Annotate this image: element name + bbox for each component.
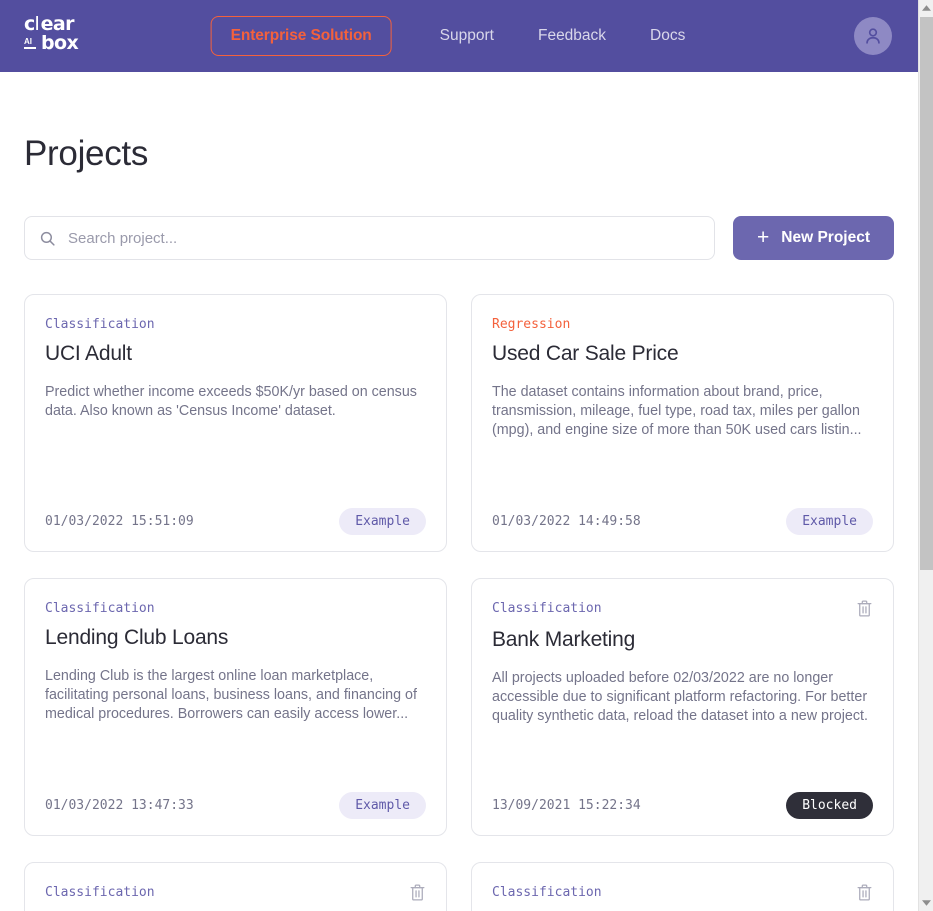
nav-enterprise-solution-button[interactable]: Enterprise Solution	[210, 16, 392, 56]
scroll-up-arrow-icon[interactable]	[919, 0, 933, 16]
search-input[interactable]	[68, 229, 700, 247]
logo-line-2: box	[41, 32, 79, 54]
project-title: Lending Club Loans	[45, 626, 229, 649]
card-header: Classification	[45, 317, 426, 332]
delete-project-button[interactable]	[856, 599, 873, 618]
project-card[interactable]: Classification UCI Adult Predict whether…	[24, 294, 447, 552]
project-card[interactable]: Classification Bank Marketing	[471, 862, 894, 911]
project-type-label: Classification	[492, 885, 602, 900]
project-date: 01/03/2022 13:47:33	[45, 798, 194, 813]
status-badge: Example	[786, 508, 873, 535]
project-type-label: Regression	[492, 317, 571, 332]
page-title: Projects	[24, 134, 149, 173]
scroll-down-arrow-icon[interactable]	[919, 895, 933, 911]
nav-link-docs[interactable]: Docs	[628, 17, 707, 55]
card-header: Classification	[492, 883, 873, 902]
card-footer: 01/03/2022 14:49:58 Example	[492, 486, 873, 535]
project-description: Predict whether income exceeds $50K/yr b…	[45, 384, 417, 419]
projects-grid: Classification UCI Adult Predict whether…	[24, 294, 894, 911]
clearbox-logo[interactable]: clear AI box	[24, 14, 86, 58]
nav-link-support[interactable]: Support	[418, 17, 516, 55]
project-title: Bank Marketing	[492, 628, 636, 651]
search-box[interactable]	[24, 216, 715, 260]
projects-toolbar: + New Project	[24, 216, 894, 260]
project-card[interactable]: Classification Bank Marketing	[471, 578, 894, 836]
logo-ai-underline	[24, 47, 36, 49]
search-icon	[39, 230, 56, 247]
project-date: 01/03/2022 14:49:58	[492, 514, 641, 529]
status-badge: Blocked	[786, 792, 873, 819]
card-header: Classification	[492, 599, 873, 618]
new-project-label: New Project	[781, 229, 870, 246]
project-type-label: Classification	[45, 317, 155, 332]
page-viewport: clear AI box Enterprise Solution Support…	[0, 0, 918, 911]
page-content: Projects + New Project	[0, 134, 918, 911]
project-type-label: Classification	[45, 601, 155, 616]
project-description: All projects uploaded before 02/03/2022 …	[492, 670, 868, 724]
card-header: Regression	[492, 317, 873, 332]
top-navbar: clear AI box Enterprise Solution Support…	[0, 0, 918, 72]
card-header: Classification	[45, 601, 426, 616]
status-badge: Example	[339, 508, 426, 535]
project-description: Lending Club is the largest online loan …	[45, 668, 417, 722]
nav-link-feedback[interactable]: Feedback	[516, 17, 628, 55]
delete-project-button[interactable]	[856, 883, 873, 902]
project-type-label: Classification	[492, 601, 602, 616]
new-project-button[interactable]: + New Project	[733, 216, 894, 260]
project-title: UCI Adult	[45, 342, 132, 365]
project-date: 13/09/2021 15:22:34	[492, 798, 641, 813]
card-footer: 13/09/2021 15:22:34 Blocked	[492, 770, 873, 819]
logo-divider-bar	[38, 16, 40, 34]
navbar-links: Enterprise Solution Support Feedback Doc…	[210, 16, 708, 56]
project-card[interactable]: Classification Lending Club Loans Lendin…	[24, 578, 447, 836]
logo-ai-mark: AI	[24, 37, 32, 46]
card-footer: 01/03/2022 13:47:33 Example	[45, 770, 426, 819]
card-footer: 01/03/2022 15:51:09 Example	[45, 486, 426, 535]
project-date: 01/03/2022 15:51:09	[45, 514, 194, 529]
delete-project-button[interactable]	[409, 883, 426, 902]
project-type-label: Classification	[45, 885, 155, 900]
status-badge: Example	[339, 792, 426, 819]
project-title: Used Car Sale Price	[492, 342, 679, 365]
plus-icon: +	[757, 225, 770, 249]
card-header: Classification	[45, 883, 426, 902]
app-root: clear AI box Enterprise Solution Support…	[0, 0, 933, 911]
vertical-scrollbar[interactable]	[918, 0, 933, 911]
project-card[interactable]: Regression Used Car Sale Price The datas…	[471, 294, 894, 552]
user-avatar-icon[interactable]	[854, 17, 892, 55]
scrollbar-thumb[interactable]	[920, 17, 933, 570]
project-card[interactable]: Classification Bank Marketing	[24, 862, 447, 911]
project-description: The dataset contains information about b…	[492, 384, 862, 438]
